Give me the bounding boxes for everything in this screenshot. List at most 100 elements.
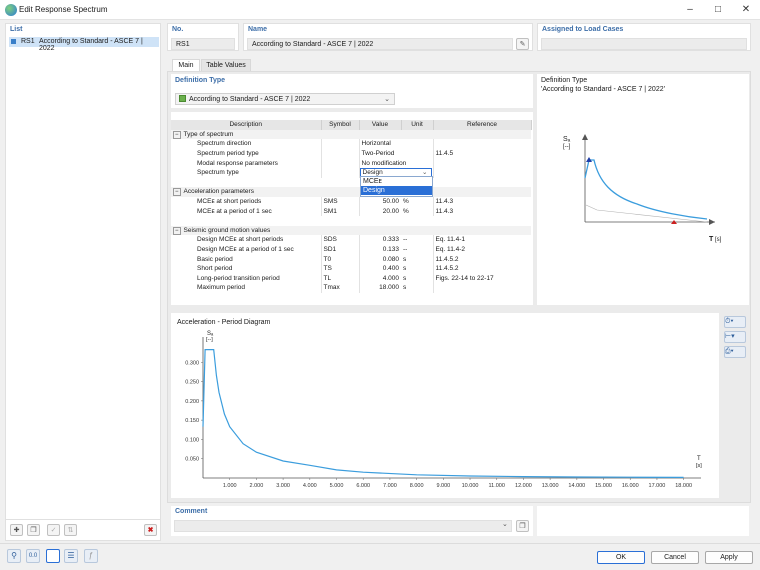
column-value: Value bbox=[359, 120, 402, 130]
list-item[interactable]: RS1 According to Standard - ASCE 7 | 202… bbox=[9, 37, 159, 52]
x-tick-label: 18.000 bbox=[675, 483, 692, 489]
maximize-icon[interactable]: □ bbox=[704, 0, 732, 20]
group-title: Acceleration parameters bbox=[183, 188, 254, 196]
row-unit: % bbox=[403, 207, 409, 215]
x-tick-label: 12.000 bbox=[515, 483, 532, 489]
info-icon[interactable]: ☰ bbox=[64, 549, 78, 563]
option-mcer[interactable]: MCEᴇ bbox=[361, 177, 432, 186]
table-row[interactable]: Long-period transition period TL 4.000 s… bbox=[171, 273, 531, 284]
table-row[interactable]: Design MCEᴇ at a period of 1 sec SD1 0.1… bbox=[171, 244, 531, 255]
row-unit: -- bbox=[403, 236, 408, 244]
row-symbol: T0 bbox=[320, 254, 359, 264]
list-panel: List RS1 According to Standard - ASCE 7 … bbox=[5, 23, 161, 541]
apply-button[interactable]: Apply bbox=[705, 551, 753, 564]
diagram-print-menu[interactable]: ⎙▾ bbox=[724, 346, 746, 358]
group-seismic-ground-motion[interactable]: − Seismic ground motion values bbox=[171, 225, 531, 236]
option-design[interactable]: Design bbox=[361, 186, 432, 195]
row-symbol: Tmax bbox=[320, 283, 359, 293]
row-reference: 11.4.3 bbox=[432, 206, 531, 216]
row-symbol: SD1 bbox=[320, 244, 359, 255]
column-description: Description bbox=[171, 120, 322, 130]
assigned-header: Assigned to Load Cases bbox=[542, 26, 624, 33]
delete-icon[interactable]: ✖ bbox=[144, 524, 157, 536]
name-input[interactable]: According to Standard - ASCE 7 | 2022 bbox=[247, 38, 513, 50]
list-item-id: RS1 bbox=[21, 38, 35, 45]
window-title: Edit Response Spectrum bbox=[19, 5, 108, 14]
tab-main[interactable]: Main bbox=[172, 59, 200, 71]
row-unit: % bbox=[403, 198, 409, 206]
ok-button[interactable]: OK bbox=[597, 551, 645, 564]
table-row-spacer bbox=[171, 178, 531, 188]
x-tick-label: 1.000 bbox=[223, 483, 237, 489]
x-tick-label: 4.000 bbox=[303, 483, 317, 489]
column-symbol: Symbol bbox=[321, 120, 360, 130]
table-row[interactable]: MCEᴇ at short periods SMS 50.00 % 11.4.3 bbox=[171, 196, 531, 207]
collapse-icon[interactable]: − bbox=[173, 226, 181, 235]
x-tick-label: 16.000 bbox=[622, 483, 639, 489]
script-icon[interactable]: ƒ bbox=[84, 549, 98, 563]
row-description: Modal response parameters bbox=[197, 159, 278, 167]
table-row[interactable]: Modal response parameters No modificatio… bbox=[171, 158, 531, 168]
list-item-label: According to Standard - ASCE 7 | 2022 bbox=[39, 38, 143, 52]
collapse-icon[interactable]: − bbox=[173, 188, 181, 197]
row-symbol bbox=[320, 167, 359, 178]
preview-panel: Definition Type 'According to Standard -… bbox=[537, 74, 749, 305]
row-value[interactable]: Horizontal bbox=[358, 139, 401, 149]
x-tick-label: 8.000 bbox=[410, 483, 424, 489]
table-row[interactable]: Design MCEᴇ at short periods SDS 0.333 -… bbox=[171, 235, 531, 245]
x-tick-label: 9.000 bbox=[436, 483, 450, 489]
row-symbol: SDS bbox=[320, 235, 359, 245]
no-input[interactable]: RS1 bbox=[171, 38, 235, 50]
group-acceleration-parameters[interactable]: − Acceleration parameters bbox=[171, 187, 531, 197]
table-row[interactable]: Spectrum direction Horizontal bbox=[171, 139, 531, 149]
row-value[interactable]: 4.000 bbox=[358, 273, 401, 284]
row-unit: s bbox=[403, 274, 407, 282]
diagram-zoom-menu[interactable]: ⏱▾ bbox=[724, 316, 746, 328]
x-tick-label: 5.000 bbox=[330, 483, 344, 489]
definition-type-select[interactable]: According to Standard - ASCE 7 | 2022 ⌄ bbox=[175, 93, 395, 105]
table-row[interactable]: Spectrum period type Two-Period 11.4.5 bbox=[171, 148, 531, 159]
comment-side-panel bbox=[537, 506, 749, 536]
name-header: Name bbox=[248, 26, 268, 33]
minimize-icon[interactable]: – bbox=[676, 0, 704, 20]
x-tick-label: 15.000 bbox=[595, 483, 612, 489]
row-value[interactable]: 50.00 bbox=[358, 196, 401, 207]
row-symbol bbox=[320, 158, 359, 168]
table-row[interactable]: Maximum period Tmax 18.000 s bbox=[171, 283, 531, 293]
close-icon[interactable]: ✕ bbox=[732, 0, 760, 20]
units-icon[interactable]: 0.0 bbox=[26, 549, 40, 563]
copy-item-icon[interactable]: ❐ bbox=[27, 524, 40, 536]
row-unit: s bbox=[403, 265, 407, 273]
diagram-axis-menu[interactable]: ⊢▾ bbox=[724, 331, 746, 343]
assigned-input[interactable] bbox=[541, 38, 747, 50]
tab-table-values[interactable]: Table Values bbox=[201, 59, 251, 71]
definition-type-header: Definition Type bbox=[175, 77, 226, 84]
collapse-icon[interactable]: − bbox=[173, 130, 181, 139]
comment-input[interactable] bbox=[174, 520, 512, 532]
row-symbol bbox=[320, 148, 359, 159]
row-value[interactable]: No modification bbox=[358, 158, 433, 168]
table-row[interactable]: Spectrum type Design ⌄ bbox=[171, 167, 531, 178]
check-icon[interactable]: ✓ bbox=[47, 524, 60, 536]
y-tick-label: 0.050 bbox=[185, 457, 199, 463]
x-tick-label: 13.000 bbox=[542, 483, 559, 489]
group-type-of-spectrum[interactable]: − Type of spectrum bbox=[171, 129, 531, 140]
view-icon[interactable] bbox=[46, 549, 60, 563]
row-value[interactable]: 18.000 bbox=[358, 283, 401, 293]
new-item-icon[interactable]: ✚ bbox=[10, 524, 23, 536]
row-value[interactable]: 20.00 bbox=[358, 206, 401, 216]
table-row[interactable]: Basic period T0 0.080 s 11.4.5.2 bbox=[171, 254, 531, 264]
table-row[interactable]: MCEᴇ at a period of 1 sec SM1 20.00 % 11… bbox=[171, 206, 531, 216]
edit-name-icon[interactable]: ✎ bbox=[516, 38, 529, 50]
row-reference: Eq. 11.4-2 bbox=[432, 244, 531, 255]
x-tick-label: 17.000 bbox=[649, 483, 666, 489]
row-value[interactable]: Two-Period bbox=[358, 148, 401, 159]
x-tick-label: 2.000 bbox=[250, 483, 264, 489]
preview-x-arrow bbox=[709, 219, 715, 225]
search-icon[interactable]: ⚲ bbox=[7, 549, 21, 563]
comment-library-icon[interactable]: ❐ bbox=[516, 520, 529, 532]
renumber-icon[interactable]: ⇅ bbox=[64, 524, 77, 536]
cancel-button[interactable]: Cancel bbox=[651, 551, 699, 564]
row-reference bbox=[432, 283, 531, 293]
table-row[interactable]: Short period TS 0.400 s 11.4.5.2 bbox=[171, 263, 531, 274]
